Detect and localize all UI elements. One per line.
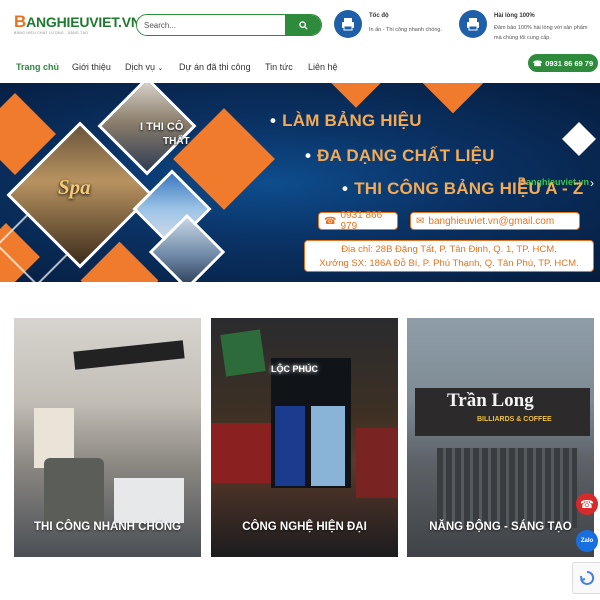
- nav-item-news[interactable]: Tin tức: [265, 62, 293, 72]
- card-photo-counter: [356, 428, 398, 498]
- card-photo-table: [114, 478, 184, 523]
- card-photo-screen: [275, 406, 305, 486]
- feature-card-tech[interactable]: LỘC PHÚC CÔNG NGHỆ HIỆN ĐẠI: [211, 318, 398, 557]
- printer-icon: [459, 10, 487, 38]
- card-photo-gate: [437, 448, 577, 528]
- page: BANGHIEUVIET.VN BẢNG HIỆU CHẤT LƯỢNG - S…: [0, 0, 600, 600]
- nav-item-home[interactable]: Trang chủ: [16, 62, 59, 72]
- photo-sign-text: THẤT: [163, 136, 190, 147]
- phone-icon: ☎: [580, 498, 594, 511]
- site-logo[interactable]: BANGHIEUVIET.VN BẢNG HIỆU CHẤT LƯỢNG - S…: [14, 12, 141, 35]
- search-form: [136, 14, 322, 36]
- recaptcha-icon: [579, 570, 594, 585]
- card-photo-counter: [211, 423, 271, 483]
- search-icon: [298, 20, 308, 30]
- zalo-icon: Zalo: [580, 538, 594, 544]
- feature-title: Hài lòng 100%: [494, 13, 535, 19]
- banner-address: Địa chỉ: 28B Đặng Tất, P. Tân Định, Q. 1…: [304, 240, 594, 272]
- feature-card-creative[interactable]: Trần Long BILLIARDS & COFFEE NĂNG ĐỘNG -…: [407, 318, 594, 557]
- banner-headline-1: • LÀM BẢNG HIỆU: [270, 111, 422, 130]
- recaptcha-badge[interactable]: [572, 562, 600, 594]
- banner-headline-2: • ĐA DẠNG CHẤT LIỆU: [305, 146, 495, 165]
- feature-desc: In ấn - Thi công nhanh chóng.: [369, 27, 442, 33]
- photo-sign-text: Spa: [58, 175, 91, 199]
- search-input[interactable]: [137, 15, 285, 35]
- nav-item-services[interactable]: Dịch vụ ⌄: [125, 62, 163, 72]
- nav-item-projects[interactable]: Dự án đã thi công: [179, 62, 251, 72]
- nav-item-contact[interactable]: Liên hệ: [308, 62, 338, 72]
- main-nav: Trang chủ Giới thiệu Dịch vụ ⌄ Dự án đã …: [0, 50, 600, 83]
- float-call-button[interactable]: ☎: [576, 493, 598, 515]
- header-phone-button[interactable]: ☎ 0931 86 69 79: [528, 54, 598, 72]
- site-header: BANGHIEUVIET.VN BẢNG HIỆU CHẤT LƯỢNG - S…: [0, 0, 600, 50]
- mail-icon: ✉: [416, 215, 425, 227]
- feature-card-fast[interactable]: THI CÔNG NHANH CHÓNG: [14, 318, 201, 557]
- feature-satisfaction: Hài lòng 100% Đảm bảo 100% hài lòng với …: [459, 10, 594, 43]
- nav-item-label: Dịch vụ: [125, 62, 156, 72]
- nav-item-about[interactable]: Giới thiệu: [72, 62, 111, 72]
- phone-number: 0931 86 69 79: [545, 58, 594, 68]
- float-zalo-button[interactable]: Zalo: [576, 530, 598, 552]
- banner-phone: ☎ 0931 866 979: [318, 210, 398, 232]
- phone-icon: ☎: [324, 215, 337, 227]
- decor-diamond: [319, 83, 393, 108]
- card-photo-sign: [220, 329, 266, 377]
- banner-headline-3: • THI CÔNG BẢNG HIỆU A - Z: [342, 179, 584, 198]
- feature-speed: Tốc độ In ấn - Thi công nhanh chóng.: [334, 10, 454, 38]
- banner-email: ✉ banghieuviet.vn@gmail.com: [410, 212, 580, 230]
- chevron-down-icon: ⌄: [157, 65, 164, 72]
- logo-text: BANGHIEUVIET.VN: [14, 12, 141, 31]
- card-caption: THI CÔNG NHANH CHÓNG: [34, 521, 181, 533]
- search-button[interactable]: [285, 15, 321, 35]
- photo-sign-text: I THI CÔ: [140, 121, 184, 133]
- card-caption: CÔNG NGHỆ HIỆN ĐẠI: [242, 521, 367, 533]
- feature-title: Tốc độ: [369, 13, 389, 19]
- printer-icon: [334, 10, 362, 38]
- card-caption: NĂNG ĐỘNG - SÁNG TẠO: [429, 521, 572, 533]
- feature-desc: Đảm bảo 100% hài lòng với sản phẩm mà ch…: [494, 25, 588, 41]
- slider-next-arrow[interactable]: ›: [590, 176, 594, 190]
- card-photo-sign-subtext: BILLIARDS & COFFEE: [477, 416, 552, 423]
- card-photo-sign-text: Trần Long: [447, 390, 534, 411]
- phone-icon: ☎: [532, 58, 543, 68]
- decor-diamond: [562, 122, 596, 156]
- decor-diamond: [417, 83, 489, 114]
- card-photo-sign-text: LỘC PHÚC: [271, 364, 318, 374]
- card-photo-worker: [44, 458, 104, 528]
- logo-tagline: BẢNG HIỆU CHẤT LƯỢNG - SÁNG TẠO: [14, 31, 89, 35]
- card-photo-screen: [311, 406, 345, 486]
